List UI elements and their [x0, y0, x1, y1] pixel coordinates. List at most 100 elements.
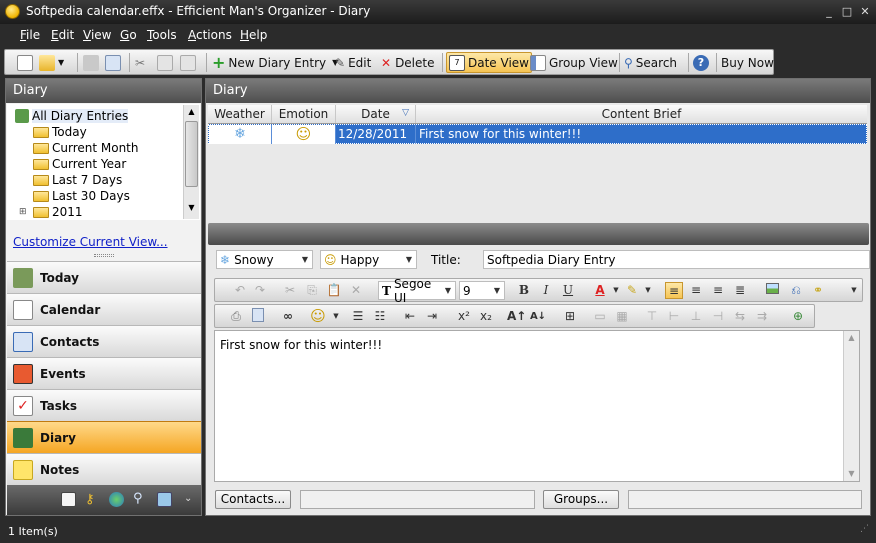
cut-button[interactable]: ✂: [135, 52, 145, 73]
print-icon[interactable]: ⎙: [227, 308, 245, 325]
hyperlink-icon[interactable]: ⊕: [789, 308, 807, 325]
table-grid-icon[interactable]: ▦: [613, 308, 631, 325]
chevron-down-icon[interactable]: ▼: [327, 308, 345, 325]
close-button[interactable]: ✕: [858, 5, 872, 18]
editor-scrollbar[interactable]: ▲ ▼: [843, 331, 859, 481]
font-family-select[interactable]: T Segoe UI ▼: [378, 277, 456, 305]
link-icon[interactable]: ⚭: [809, 282, 827, 299]
copy-button[interactable]: [157, 52, 176, 73]
groups-button[interactable]: Groups...: [543, 490, 619, 509]
copy-icon[interactable]: ⎘: [303, 282, 321, 299]
insert-row-icon[interactable]: ⊤: [643, 308, 661, 325]
align-left-icon[interactable]: ≡: [665, 282, 683, 299]
increase-indent-icon[interactable]: ⇥: [423, 308, 441, 325]
underline-icon[interactable]: U: [559, 282, 577, 299]
content-text[interactable]: First snow for this winter!!!: [215, 331, 859, 359]
resize-grip-icon[interactable]: ⋰: [860, 524, 872, 536]
column-date[interactable]: Date ▽: [336, 105, 416, 123]
align-center-icon[interactable]: ≡: [687, 282, 705, 299]
chevron-down-icon[interactable]: ▼: [845, 282, 863, 299]
superscript-icon[interactable]: x²: [455, 308, 473, 325]
key-icon[interactable]: ⚷: [85, 492, 100, 507]
date-view-button[interactable]: 7 Date View: [446, 52, 532, 73]
decrease-indent-icon[interactable]: ⇤: [401, 308, 419, 325]
table-props-icon[interactable]: ▭: [591, 308, 609, 325]
find-binoculars-icon[interactable]: ∞: [279, 308, 297, 325]
customize-view-link[interactable]: Customize Current View...: [13, 235, 168, 249]
bullet-list-icon[interactable]: ☰: [349, 308, 367, 325]
numbered-list-icon[interactable]: ☷: [371, 308, 389, 325]
column-emotion[interactable]: Emotion: [272, 105, 336, 123]
tree-item-last-30-days[interactable]: Last 30 Days: [7, 188, 200, 204]
column-weather[interactable]: Weather: [208, 105, 272, 123]
groups-field[interactable]: [628, 490, 862, 509]
print-button[interactable]: [83, 52, 102, 73]
emotion-select[interactable]: ☺ Happy ▼: [320, 250, 417, 269]
chevron-down-icon[interactable]: ⌄: [184, 493, 192, 504]
splitter-grip[interactable]: [94, 254, 114, 257]
tree-item-2011[interactable]: ⊞ 2011: [7, 204, 200, 220]
print-preview-button[interactable]: [105, 52, 124, 73]
attachment-icon[interactable]: ⎌: [787, 282, 805, 299]
contacts-field[interactable]: [300, 490, 535, 509]
menu-file[interactable]: File: [20, 28, 40, 42]
tree-item-all-entries[interactable]: All Diary Entries: [7, 108, 200, 124]
minimize-button[interactable]: _: [822, 5, 836, 18]
italic-icon[interactable]: I: [537, 282, 555, 299]
menu-edit[interactable]: Edit: [51, 28, 74, 42]
group-view-button[interactable]: Group View: [530, 52, 618, 73]
search-icon[interactable]: ⚲: [133, 491, 148, 506]
recycle-bin-icon[interactable]: [157, 492, 172, 507]
menu-go[interactable]: Go: [120, 28, 137, 42]
content-editor[interactable]: First snow for this winter!!! ▲ ▼: [214, 330, 860, 482]
weather-select[interactable]: ❄ Snowy ▼: [216, 250, 313, 269]
panel-splitter[interactable]: [208, 223, 869, 245]
scroll-thumb[interactable]: [185, 121, 198, 187]
menu-help[interactable]: Help: [240, 28, 267, 42]
scroll-down-icon[interactable]: ▼: [844, 467, 859, 481]
scroll-down-icon[interactable]: ▼: [184, 201, 199, 215]
delete-button[interactable]: ✕ Delete: [381, 52, 435, 73]
split-cells-icon[interactable]: ⇉: [753, 308, 771, 325]
align-right-icon[interactable]: ≡: [709, 282, 727, 299]
tree-item-current-month[interactable]: Current Month: [7, 140, 200, 156]
nav-events[interactable]: Events: [7, 357, 201, 389]
tree-item-today[interactable]: Today: [7, 124, 200, 140]
nav-diary[interactable]: Diary: [7, 421, 201, 453]
tree-item-current-year[interactable]: Current Year: [7, 156, 200, 172]
nav-notes[interactable]: Notes: [7, 453, 201, 485]
expand-plus-icon[interactable]: ⊞: [19, 207, 33, 217]
insert-image-icon[interactable]: [763, 282, 781, 299]
smiley-icon[interactable]: ☺: [309, 308, 327, 325]
new-file-button[interactable]: [17, 52, 36, 73]
maximize-button[interactable]: □: [840, 5, 854, 18]
menu-tools[interactable]: Tools: [147, 28, 177, 42]
align-justify-icon[interactable]: ≣: [731, 282, 749, 299]
nav-today[interactable]: Today: [7, 261, 201, 293]
nav-contacts[interactable]: Contacts: [7, 325, 201, 357]
paste-button[interactable]: [180, 52, 199, 73]
chevron-down-icon[interactable]: ▼: [639, 282, 657, 299]
globe-icon[interactable]: [109, 492, 124, 507]
shrink-font-icon[interactable]: A↓: [529, 308, 547, 325]
subscript-icon[interactable]: x₂: [477, 308, 495, 325]
delete-row-icon[interactable]: ⊥: [687, 308, 705, 325]
buy-now-button[interactable]: Buy Now: [721, 52, 774, 73]
insert-column-icon[interactable]: ⊢: [665, 308, 683, 325]
print-preview-icon[interactable]: [249, 308, 267, 325]
merge-cells-icon[interactable]: ⇆: [731, 308, 749, 325]
nav-tasks[interactable]: ✓ Tasks: [7, 389, 201, 421]
shortcut-calendar-icon[interactable]: [61, 492, 76, 507]
redo-icon[interactable]: ↷: [251, 282, 269, 299]
open-button[interactable]: ▼: [39, 52, 64, 73]
paste-icon[interactable]: 📋: [325, 282, 343, 299]
delete-column-icon[interactable]: ⊣: [709, 308, 727, 325]
column-content-brief[interactable]: Content Brief: [416, 105, 867, 123]
search-button[interactable]: ⚲ Search: [624, 52, 677, 73]
help-button[interactable]: ?: [693, 52, 709, 73]
tree-scrollbar[interactable]: ▲ ▼: [183, 105, 199, 219]
table-row[interactable]: ❄ ☺ 12/28/2011 First snow for this winte…: [208, 124, 867, 144]
clear-format-icon[interactable]: ✕: [347, 282, 365, 299]
menu-view[interactable]: View: [83, 28, 111, 42]
font-size-select[interactable]: 9 ▼: [459, 281, 505, 300]
